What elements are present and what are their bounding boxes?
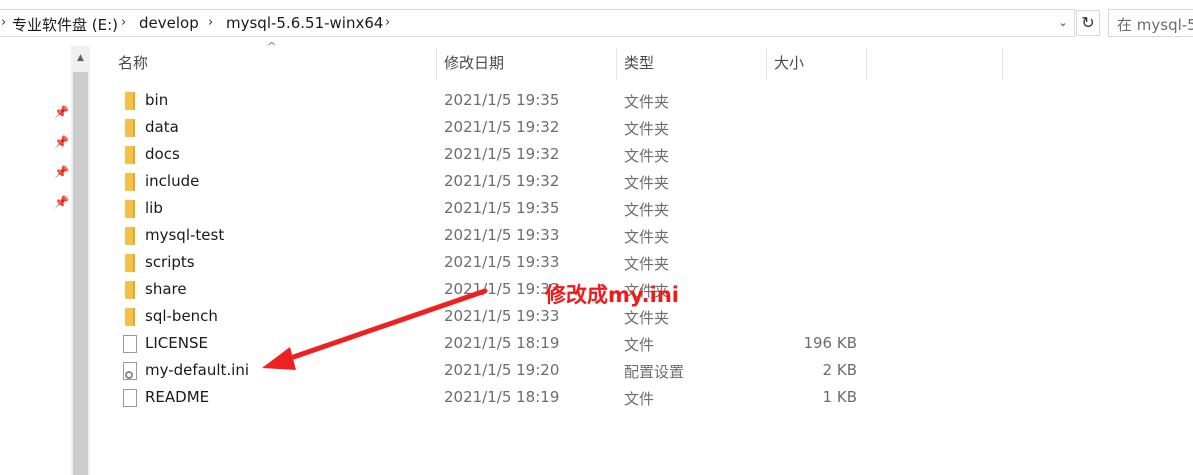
annotation-text: 修改成my.ini [545,283,679,307]
annotation-arrow [262,288,488,370]
